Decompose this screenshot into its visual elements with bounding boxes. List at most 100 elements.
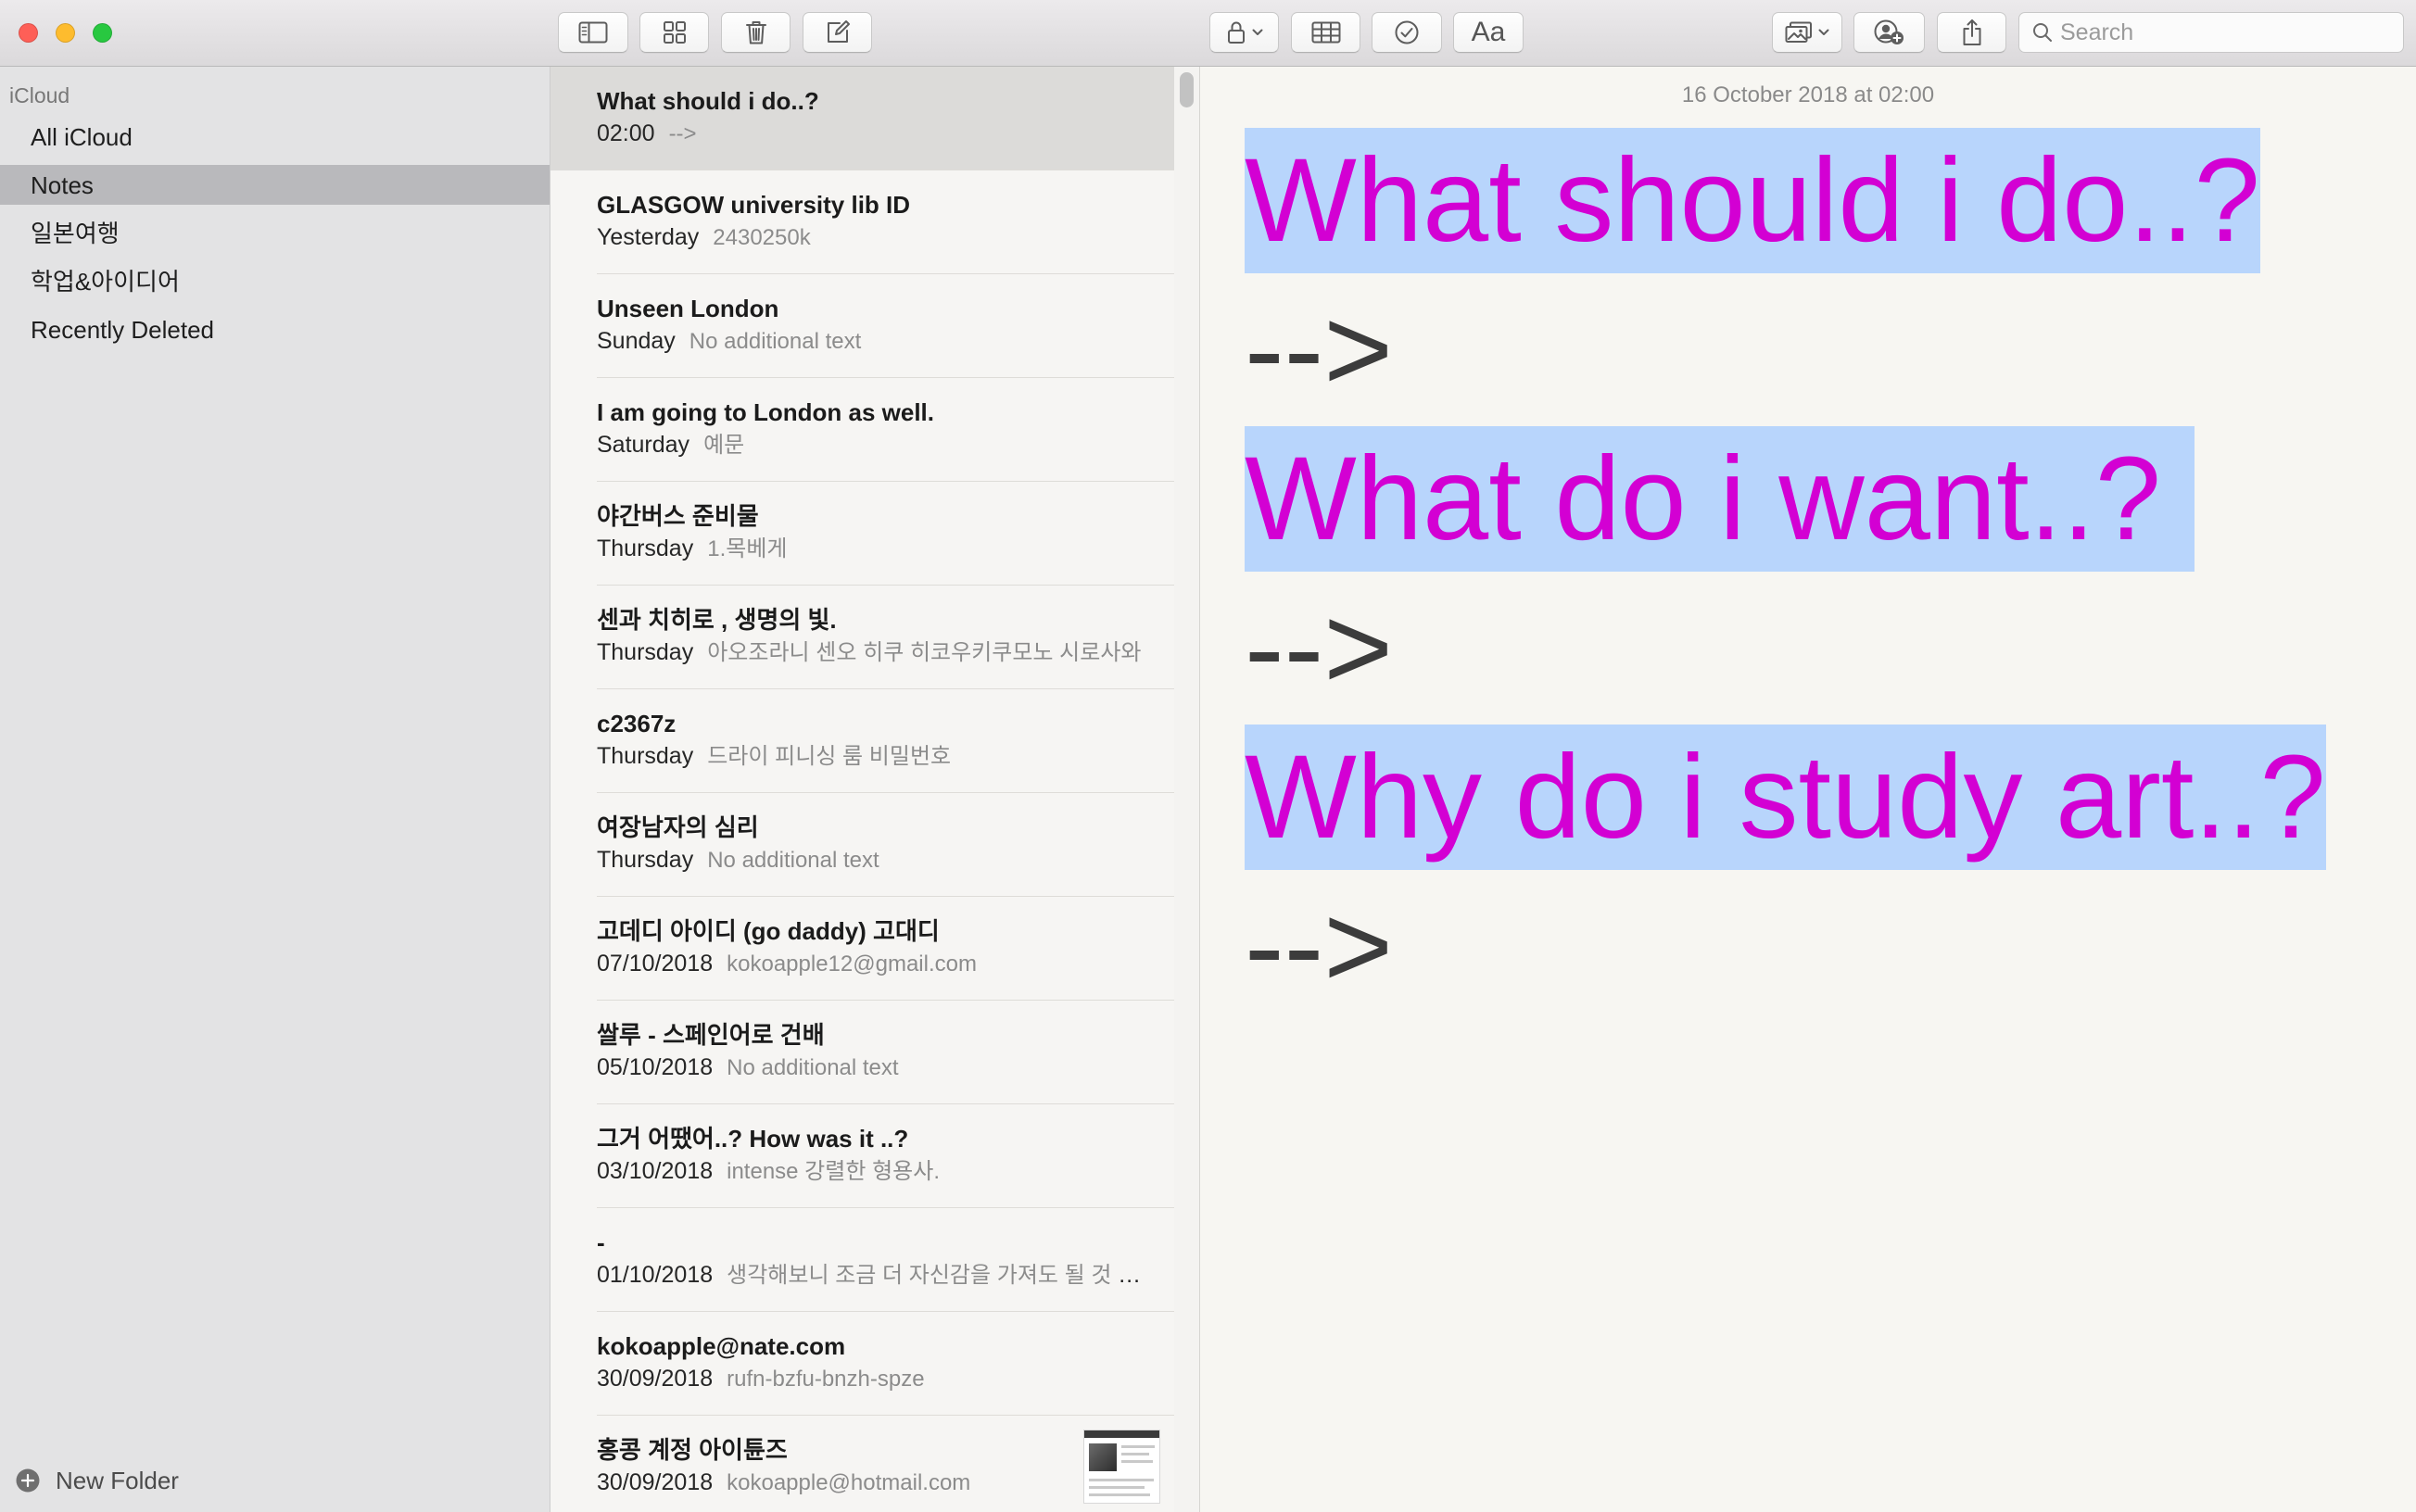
note-editor[interactable]: 16 October 2018 at 02:00 What should i d… — [1199, 67, 2416, 1512]
note-date: 02:00 — [597, 120, 655, 146]
note-meta: Thursday 아오조라니 센오 히쿠 히코우키쿠모노 시로사와 — [597, 636, 1156, 670]
note-list-item[interactable]: 야간버스 준비물 Thursday 1.목베게 — [550, 482, 1174, 586]
editor-line[interactable]: --> — [1245, 872, 2416, 1021]
sidebar-folder-recently-deleted[interactable]: Recently Deleted — [0, 306, 550, 354]
note-preview: No additional text — [727, 1055, 899, 1080]
note-list-item[interactable]: - 01/10/2018 생각해보니 조금 더 자신감을 가져도 될 것 같… — [550, 1208, 1174, 1312]
note-list-item[interactable]: GLASGOW university lib ID Yesterday 24302… — [550, 170, 1174, 274]
scrollbar-thumb[interactable] — [1180, 72, 1194, 107]
folder-label: 학업&아이디어 — [31, 268, 180, 296]
note-preview: rufn-bzfu-bnzh-spze — [727, 1367, 925, 1392]
gallery-view-button[interactable] — [639, 12, 709, 53]
note-date: 07/10/2018 — [597, 951, 714, 976]
note-meta: Saturday 예문 — [597, 428, 1156, 462]
note-title: 쌀루 - 스페인어로 건배 — [597, 1021, 825, 1049]
note-preview: --> — [668, 121, 697, 146]
note-title: 홍콩 계정 아이튠즈 — [597, 1436, 788, 1464]
note-meta: 07/10/2018 kokoapple12@gmail.com — [597, 947, 1156, 981]
note-meta: 01/10/2018 생각해보니 조금 더 자신감을 가져도 될 것 같… — [597, 1258, 1156, 1292]
gallery-view-icon — [663, 20, 687, 44]
note-meta: Thursday 1.목베게 — [597, 532, 1156, 566]
editor-line[interactable]: --> — [1245, 275, 2416, 424]
note-list-item[interactable]: What should i do..? 02:00 --> — [550, 67, 1174, 170]
note-meta: 30/09/2018 kokoapple@hotmail.com — [597, 1466, 1063, 1500]
note-date: Thursday — [597, 536, 694, 561]
note-date: 03/10/2018 — [597, 1158, 714, 1184]
note-list-scrollbar[interactable] — [1174, 67, 1199, 1512]
note-list-item[interactable]: 쌀루 - 스페인어로 건배 05/10/2018 No additional te… — [550, 1001, 1174, 1104]
zoom-button[interactable] — [93, 23, 112, 43]
note-preview: No additional text — [707, 848, 879, 873]
note-title: What should i do..? — [597, 87, 819, 115]
share-button[interactable] — [1937, 12, 2006, 53]
plus-circle-icon — [16, 1468, 40, 1493]
sidebar-toggle-button[interactable] — [558, 12, 628, 53]
note-title: 고데디 아이디 (go daddy) 고대디 — [597, 917, 940, 945]
note-title: kokoapple@nate.com — [597, 1332, 846, 1360]
note-meta: Thursday 드라이 피니싱 룸 비밀번호 — [597, 739, 1156, 774]
note-list-item[interactable]: 홍콩 계정 아이튠즈 30/09/2018 kokoapple@hotmail.c… — [550, 1416, 1174, 1512]
share-icon — [1961, 19, 1983, 46]
note-date: Thursday — [597, 743, 694, 769]
trash-icon — [745, 19, 767, 45]
delete-note-button[interactable] — [721, 12, 791, 53]
note-date: 30/09/2018 — [597, 1469, 714, 1495]
sidebar-folder-all-icloud[interactable]: All iCloud — [0, 113, 550, 161]
editor-line-text: What should i do..? — [1245, 128, 2260, 273]
format-button[interactable]: Aa — [1453, 12, 1524, 53]
search-icon — [2032, 22, 2053, 43]
note-meta: 03/10/2018 intense 강렬한 형용사. — [597, 1154, 1156, 1189]
editor-line[interactable]: --> — [1245, 573, 2416, 723]
add-people-button[interactable] — [1853, 12, 1925, 53]
note-meta: 02:00 --> — [597, 117, 1156, 151]
new-folder-button[interactable]: New Folder — [16, 1466, 179, 1494]
note-title: 그거 어땠어..? How was it ..? — [597, 1125, 909, 1153]
editor-line-text: --> — [1245, 582, 1393, 714]
note-timestamp: 16 October 2018 at 02:00 — [1681, 82, 1935, 107]
note-list-item[interactable]: Unseen London Sunday No additional text — [550, 274, 1174, 378]
editor-line[interactable]: What should i do..? — [1245, 126, 2416, 275]
note-preview: 드라이 피니싱 룸 비밀번호 — [707, 744, 952, 769]
table-icon — [1311, 21, 1341, 44]
note-body[interactable]: What should i do..? --> What do i want..… — [1245, 126, 2416, 1021]
note-date: Sunday — [597, 328, 676, 354]
checklist-button[interactable] — [1372, 12, 1442, 53]
note-title: 야간버스 준비물 — [597, 502, 759, 530]
editor-line[interactable]: Why do i study art..? — [1245, 723, 2416, 872]
note-meta: 05/10/2018 No additional text — [597, 1051, 1156, 1085]
editor-line-text: What do i want..? — [1245, 426, 2195, 572]
lock-note-button[interactable] — [1209, 12, 1279, 53]
note-list-item[interactable]: 센과 치히로 , 생명의 빛. Thursday 아오조라니 센오 히쿠 히코우키… — [550, 586, 1174, 689]
note-list-item[interactable]: 고데디 아이디 (go daddy) 고대디 07/10/2018 kokoapp… — [550, 897, 1174, 1001]
note-title: GLASGOW university lib ID — [597, 191, 911, 219]
new-note-button[interactable] — [803, 12, 872, 53]
sidebar-folder-study-ideas[interactable]: 학업&아이디어 — [0, 258, 550, 306]
note-list-item[interactable]: kokoapple@nate.com 30/09/2018 rufn-bzfu-b… — [550, 1312, 1174, 1416]
note-list-item[interactable]: 여장남자의 심리 Thursday No additional text — [550, 793, 1174, 897]
note-date: 01/10/2018 — [597, 1262, 714, 1288]
note-preview: 생각해보니 조금 더 자신감을 가져도 될 것 같… — [727, 1263, 1156, 1288]
editor-line[interactable]: What do i want..? — [1245, 424, 2416, 573]
lock-icon — [1226, 20, 1246, 44]
note-list-item[interactable]: c2367z Thursday 드라이 피니싱 룸 비밀번호 — [550, 689, 1174, 793]
note-date: Thursday — [597, 639, 694, 665]
add-media-button[interactable] — [1772, 12, 1842, 53]
search-field[interactable] — [2018, 12, 2404, 53]
new-folder-label: New Folder — [56, 1466, 179, 1494]
note-list-item[interactable]: I am going to London as well. Saturday 예문 — [550, 378, 1174, 482]
note-list: What should i do..? 02:00 --> GLASGOW uni… — [550, 67, 1174, 1512]
sidebar: iCloud All iCloud Notes 일본여행 학업&아이디어 Rec… — [0, 67, 550, 1512]
search-input[interactable] — [2060, 14, 2394, 51]
close-button[interactable] — [19, 23, 38, 43]
insert-table-button[interactable] — [1291, 12, 1360, 53]
sidebar-folder-notes[interactable]: Notes — [0, 161, 550, 209]
note-list-item[interactable]: 그거 어땠어..? How was it ..? 03/10/2018 inten… — [550, 1104, 1174, 1208]
editor-line-text: --> — [1245, 880, 1393, 1013]
sidebar-folder-japan-trip[interactable]: 일본여행 — [0, 209, 550, 258]
format-icon: Aa — [1471, 17, 1506, 47]
note-meta: Sunday No additional text — [597, 324, 1156, 359]
sidebar-toggle-icon — [578, 21, 608, 44]
minimize-button[interactable] — [56, 23, 75, 43]
compose-icon — [825, 19, 851, 45]
note-meta: Thursday No additional text — [597, 843, 1156, 877]
